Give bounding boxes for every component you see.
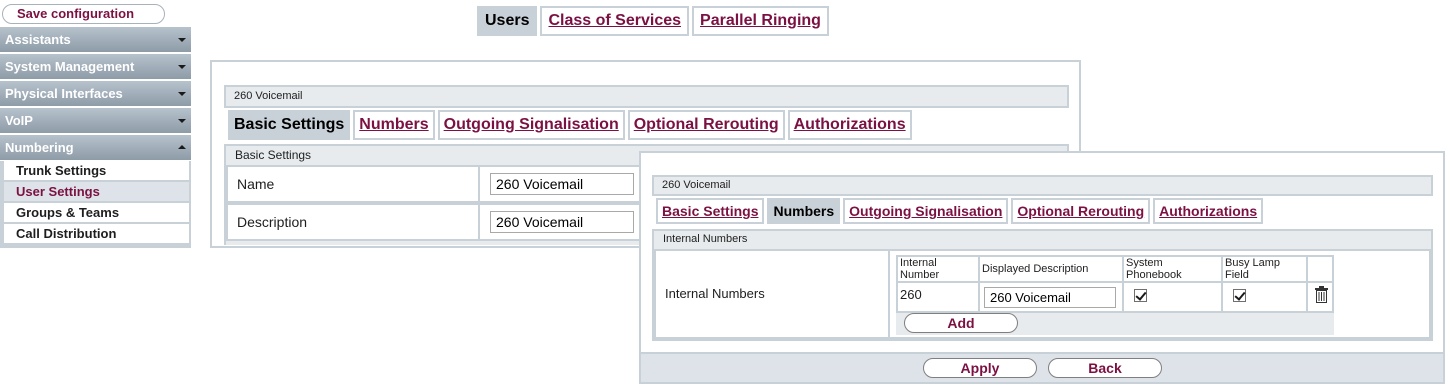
- internal-numbers-label: Internal Numbers: [654, 249, 890, 339]
- sidebar: Save configuration Assistants System Man…: [0, 0, 191, 248]
- form-body: Internal Numbers Internal Number Display…: [652, 249, 1433, 341]
- tab-basic-settings[interactable]: Basic Settings: [656, 198, 765, 224]
- tab-numbers[interactable]: Numbers: [353, 110, 435, 140]
- system-phonebook-checkbox[interactable]: [1134, 289, 1147, 302]
- tab-class-of-services[interactable]: Class of Services: [540, 6, 690, 36]
- tab-authorizations[interactable]: Authorizations: [1153, 198, 1264, 224]
- busy-lamp-field-checkbox[interactable]: [1233, 289, 1246, 302]
- cell-internal-number: 260: [896, 281, 980, 313]
- name-input[interactable]: [490, 173, 634, 195]
- panel-title: 260 Voicemail: [652, 175, 1433, 196]
- back-button[interactable]: Back: [1048, 358, 1162, 378]
- tab-outgoing-signalisation[interactable]: Outgoing Signalisation: [843, 198, 1009, 224]
- chevron-down-icon: [178, 92, 186, 96]
- tab-optional-rerouting[interactable]: Optional Rerouting: [627, 110, 785, 140]
- menu-assistants[interactable]: Assistants: [0, 27, 191, 53]
- tab-parallel-ringing[interactable]: Parallel Ringing: [692, 6, 829, 36]
- apply-button[interactable]: Apply: [923, 358, 1037, 378]
- sidebar-item-trunk-settings[interactable]: Trunk Settings: [4, 161, 189, 181]
- menu-label: Assistants: [5, 32, 71, 47]
- section-header: Internal Numbers: [652, 229, 1433, 249]
- menu-physical-interfaces[interactable]: Physical Interfaces: [0, 81, 191, 107]
- save-configuration-button[interactable]: Save configuration: [2, 4, 165, 24]
- tab-outgoing-signalisation[interactable]: Outgoing Signalisation: [437, 110, 625, 140]
- tab-users[interactable]: Users: [477, 6, 538, 36]
- chevron-down-icon: [178, 65, 186, 69]
- panel-title: 260 Voicemail: [224, 85, 1069, 108]
- tab-authorizations[interactable]: Authorizations: [787, 110, 912, 140]
- sidebar-item-call-distribution[interactable]: Call Distribution: [4, 224, 189, 244]
- sidebar-item-groups-teams[interactable]: Groups & Teams: [4, 203, 189, 223]
- internal-numbers-cell: Internal Number Displayed Description Sy…: [888, 249, 1431, 339]
- col-internal-number: Internal Number: [896, 255, 980, 283]
- tab-optional-rerouting[interactable]: Optional Rerouting: [1011, 198, 1151, 224]
- chevron-up-icon: [178, 145, 186, 149]
- tab-numbers[interactable]: Numbers: [767, 198, 841, 224]
- field-label-description: Description: [226, 203, 480, 241]
- top-tabs: Users Class of Services Parallel Ringing: [477, 6, 829, 36]
- cell-busy-lamp-field: [1221, 281, 1308, 313]
- panel-footer: Apply Back: [641, 352, 1443, 382]
- sidebar-item-user-settings[interactable]: User Settings: [4, 182, 189, 202]
- add-button[interactable]: Add: [904, 313, 1018, 333]
- panel-tabs: Basic Settings Numbers Outgoing Signalis…: [656, 198, 1264, 224]
- cell-system-phonebook: [1122, 281, 1223, 313]
- menu-system-management[interactable]: System Management: [0, 54, 191, 80]
- menu-label: VoIP: [5, 113, 33, 128]
- chevron-down-icon: [178, 38, 186, 42]
- table-row: 260: [896, 281, 1334, 313]
- menu-voip[interactable]: VoIP: [0, 108, 191, 134]
- panel-tabs: Basic Settings Numbers Outgoing Signalis…: [228, 110, 912, 140]
- cell-actions: [1306, 281, 1334, 313]
- cell-description: [978, 281, 1124, 313]
- description-input[interactable]: [490, 211, 634, 233]
- tab-basic-settings[interactable]: Basic Settings: [228, 110, 351, 140]
- chevron-down-icon: [178, 119, 186, 123]
- col-system-phonebook: System Phonebook: [1122, 255, 1223, 283]
- col-busy-lamp-field: Busy Lamp Field: [1221, 255, 1308, 283]
- col-displayed-description: Displayed Description: [978, 255, 1124, 283]
- menu-label: System Management: [5, 59, 135, 74]
- col-actions: [1306, 255, 1334, 283]
- field-label-name: Name: [226, 165, 480, 203]
- menu-label: Numbering: [5, 140, 74, 155]
- menu-label: Physical Interfaces: [5, 86, 123, 101]
- displayed-description-input[interactable]: [984, 287, 1116, 308]
- internal-numbers-table-wrap: Internal Number Displayed Description Sy…: [896, 255, 1334, 335]
- user-settings-numbers-panel: 260 Voicemail Basic Settings Numbers Out…: [639, 151, 1445, 384]
- internal-numbers-table: Internal Number Displayed Description Sy…: [896, 255, 1334, 313]
- trash-icon[interactable]: [1314, 286, 1329, 303]
- numbering-submenu: Trunk Settings User Settings Groups & Te…: [0, 161, 191, 248]
- menu-numbering[interactable]: Numbering: [0, 135, 191, 161]
